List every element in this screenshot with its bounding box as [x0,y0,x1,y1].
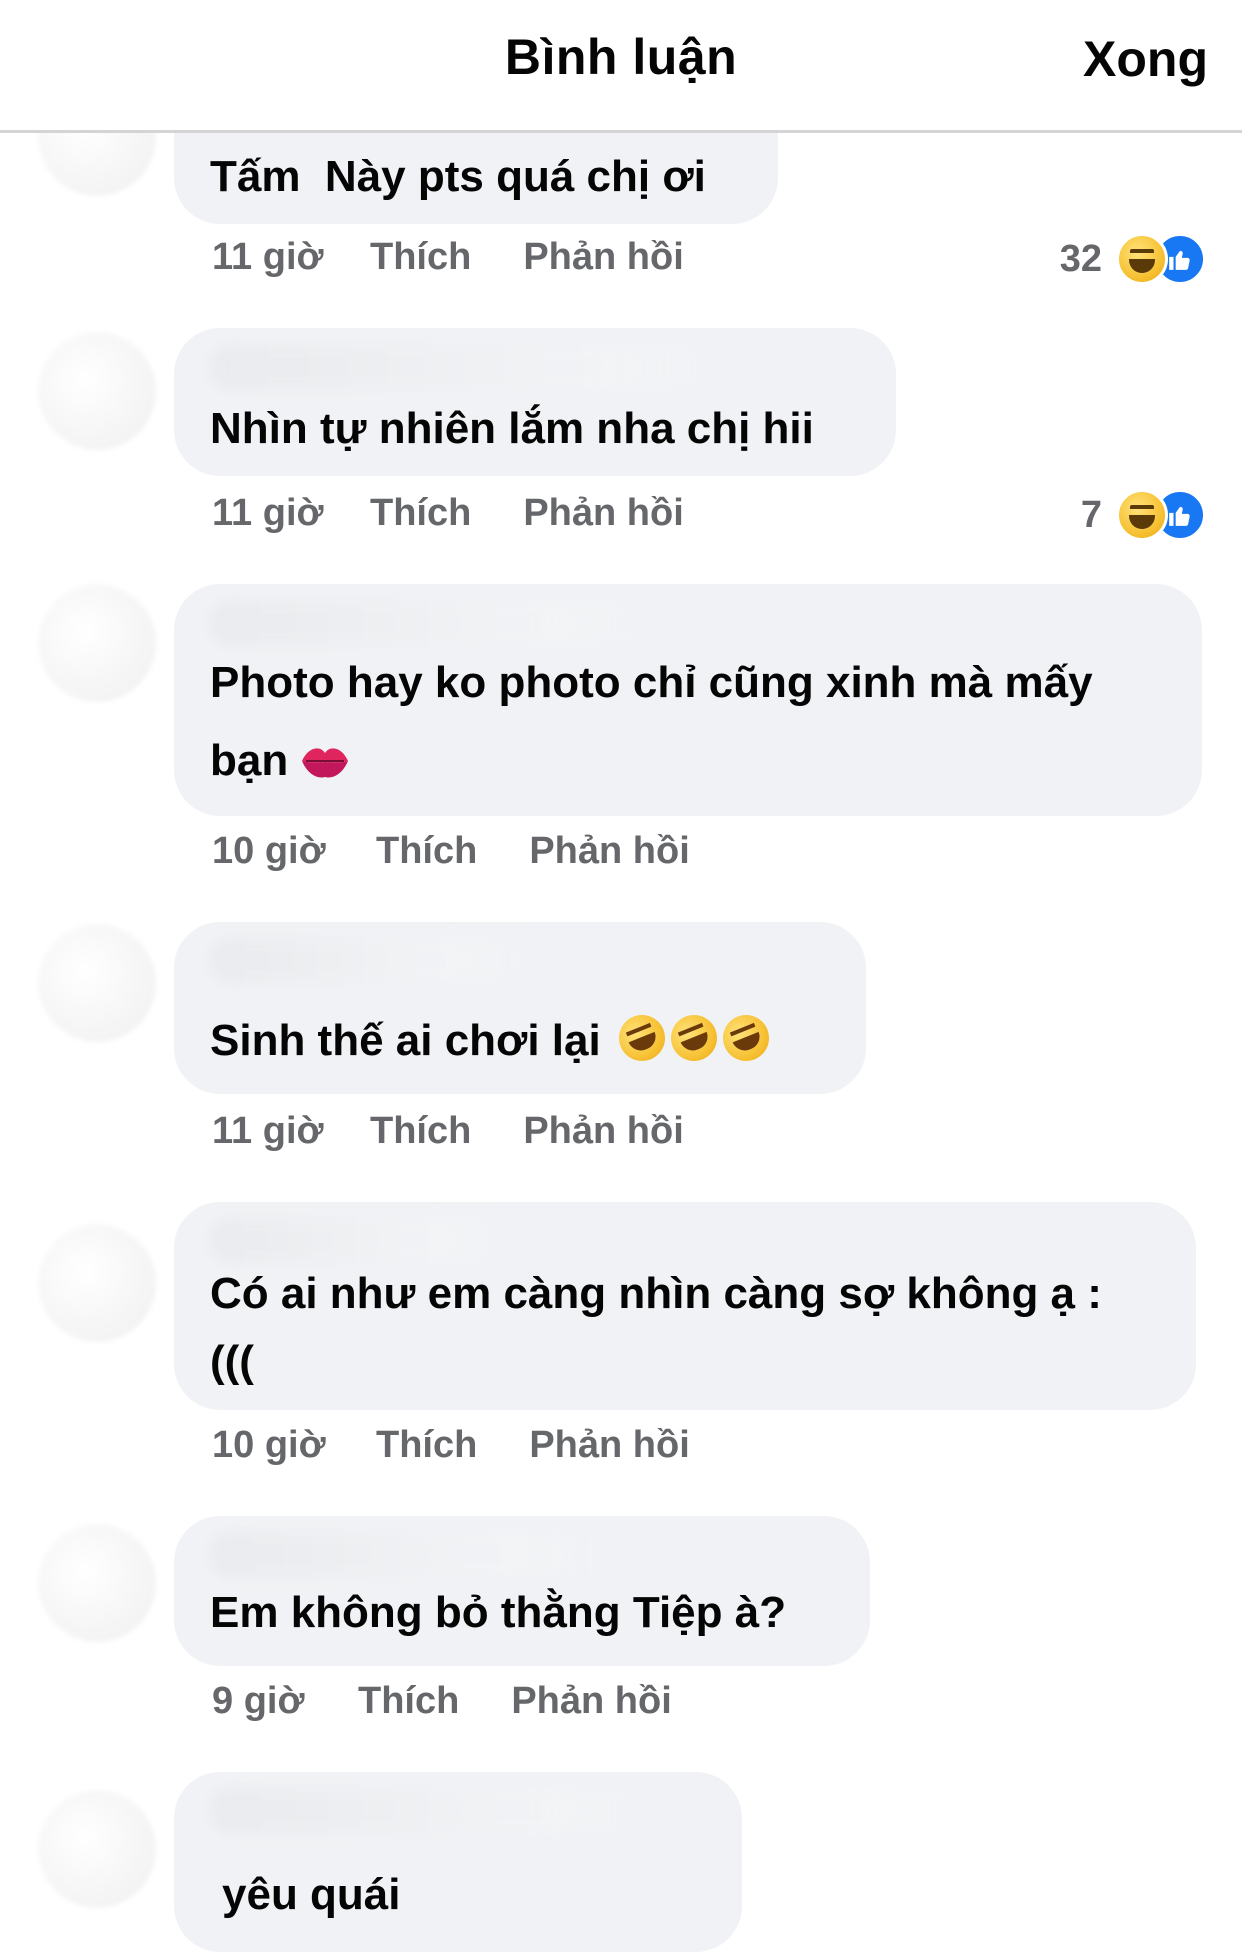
comment-bubble[interactable]: Sinh thế ai chơi lại [174,922,866,1094]
comment-text: Sinh thế ai chơi lại [210,1002,836,1080]
author-name-blurred[interactable] [210,344,770,390]
like-button[interactable]: Thích [376,1424,477,1467]
comment-bubble[interactable]: yêu quái [174,1772,742,1952]
reply-button[interactable]: Phản hồi [511,1680,671,1723]
author-name-blurred[interactable] [210,1532,630,1578]
comment-actions: 9 giờ Thích Phản hồi [212,1680,672,1723]
like-button[interactable]: Thích [376,830,477,873]
avatar[interactable] [38,332,156,450]
reply-button[interactable]: Phản hồi [529,830,689,873]
reply-button[interactable]: Phản hồi [529,1424,689,1467]
comment-text: Nhìn tự nhiên lắm nha chị hii [210,404,814,453]
comment-actions: 10 giờ Thích Phản hồi [212,1424,690,1467]
reaction-summary[interactable]: 32 [1059,233,1206,285]
haha-icon [1116,233,1168,285]
author-name-blurred[interactable] [210,938,550,984]
reaction-count: 7 [1080,493,1102,536]
comment-text: Có ai như em càng nhìn càng sợ không ạ :… [210,1269,1102,1386]
avatar[interactable] [38,1790,156,1908]
comment-time: 10 giờ [212,830,326,872]
haha-icon [1116,489,1168,541]
comment-actions: 10 giờ Thích Phản hồi [212,830,690,873]
comments-header: Bình luận Xong [0,0,1242,133]
author-name-blurred[interactable] [210,1788,690,1834]
comment-time: 10 giờ [212,1424,326,1466]
comment-time: 11 giờ [212,236,324,278]
author-name-blurred[interactable] [210,600,690,646]
author-name-blurred[interactable] [210,1218,530,1264]
reaction-count: 32 [1059,237,1102,280]
rolling-laughing-icon [611,1008,672,1068]
avatar[interactable] [38,1224,156,1342]
like-button[interactable]: Thích [370,236,471,279]
rolling-laughing-icon [663,1008,724,1068]
like-button[interactable]: Thích [370,492,471,535]
avatar[interactable] [38,1524,156,1642]
reaction-summary[interactable]: 7 [1080,489,1206,541]
kiss-mark-icon [298,728,352,806]
reply-button[interactable]: Phản hồi [523,236,683,279]
comment-bubble[interactable]: Em không bỏ thằng Tiệp à? [174,1516,870,1666]
comment-text-content: Sinh thế ai chơi lại [210,1016,601,1065]
comment-text: yêu quái [222,1870,401,1919]
comment-text: Em không bỏ thằng Tiệp à? [210,1588,787,1637]
done-button[interactable]: Xong [1083,30,1208,88]
comment-actions: 11 giờ Thích Phản hồi [212,1110,684,1153]
comment-text: Photo hay ko photo chỉ cũng xinh mà mấy … [210,644,1172,806]
comment-bubble[interactable]: Photo hay ko photo chỉ cũng xinh mà mấy … [174,584,1202,816]
like-button[interactable]: Thích [370,1110,471,1153]
reply-button[interactable]: Phản hồi [523,1110,683,1153]
comment-time: 9 giờ [212,1680,305,1722]
comment-time: 11 giờ [212,492,324,534]
comment-bubble[interactable]: Có ai như em càng nhìn càng sợ không ạ :… [174,1202,1196,1410]
comment-actions: 11 giờ Thích Phản hồi [212,492,684,535]
comment-time: 11 giờ [212,1110,324,1152]
comment-text: Tấm Này pts quá chị ơi [210,152,706,201]
avatar[interactable] [38,924,156,1042]
avatar[interactable] [38,584,156,702]
like-button[interactable]: Thích [358,1680,459,1723]
reply-button[interactable]: Phản hồi [523,492,683,535]
comment-actions: 11 giờ Thích Phản hồi [212,236,684,279]
comment-bubble[interactable]: Nhìn tự nhiên lắm nha chị hii [174,328,896,476]
rolling-laughing-icon [715,1008,776,1068]
page-title: Bình luận [504,29,738,85]
